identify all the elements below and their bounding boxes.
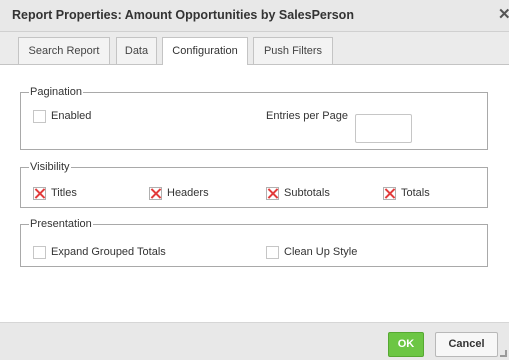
enabled-label: Enabled	[51, 110, 92, 122]
subtotals-checkbox[interactable]: Subtotals	[266, 187, 356, 203]
dialog-footer: OK Cancel	[0, 322, 509, 360]
resize-grip-icon[interactable]	[500, 350, 507, 357]
headers-checkbox[interactable]: Headers	[149, 187, 239, 203]
titles-checked-icon[interactable]	[33, 187, 46, 200]
expand-grouped-totals-label: Expand Grouped Totals	[51, 246, 166, 258]
pagination-group: Pagination Enabled Entries per Page	[20, 86, 488, 150]
subtotals-label: Subtotals	[284, 187, 330, 199]
clean-up-style-box[interactable]	[266, 246, 279, 259]
tab-configuration[interactable]: Configuration	[162, 37, 248, 65]
headers-label: Headers	[167, 187, 209, 199]
dialog-titlebar: Report Properties: Amount Opportunities …	[0, 0, 509, 32]
totals-checked-icon[interactable]	[383, 187, 396, 200]
expand-grouped-totals-checkbox[interactable]: Expand Grouped Totals	[33, 246, 203, 262]
titles-checkbox[interactable]: Titles	[33, 187, 113, 203]
ok-button[interactable]: OK	[388, 332, 424, 357]
entries-per-page-input[interactable]	[355, 114, 412, 143]
totals-label: Totals	[401, 187, 430, 199]
tab-push-filters[interactable]: Push Filters	[253, 37, 333, 64]
close-icon[interactable]: ✕	[498, 6, 509, 24]
clean-up-style-label: Clean Up Style	[284, 246, 358, 258]
tab-strip: Search Report Data Configuration Push Fi…	[0, 32, 509, 65]
pagination-legend: Pagination	[30, 86, 82, 98]
subtotals-checked-icon[interactable]	[266, 187, 279, 200]
totals-checkbox[interactable]: Totals	[383, 187, 463, 203]
presentation-legend: Presentation	[30, 218, 92, 230]
dialog-title: Report Properties: Amount Opportunities …	[12, 8, 354, 22]
titles-label: Titles	[51, 187, 77, 199]
presentation-group: Presentation Expand Grouped Totals Clean…	[20, 218, 488, 267]
clean-up-style-checkbox[interactable]: Clean Up Style	[266, 246, 386, 262]
entries-per-page-label: Entries per Page	[266, 110, 348, 122]
tab-data[interactable]: Data	[116, 37, 157, 64]
enabled-checkbox-box[interactable]	[33, 110, 46, 123]
visibility-group: Visibility Titles Headers Subtotals Tota…	[20, 161, 488, 208]
enabled-checkbox[interactable]: Enabled	[33, 110, 123, 126]
headers-checked-icon[interactable]	[149, 187, 162, 200]
cancel-button[interactable]: Cancel	[435, 332, 498, 357]
expand-grouped-totals-box[interactable]	[33, 246, 46, 259]
tab-search-report[interactable]: Search Report	[18, 37, 110, 64]
visibility-legend: Visibility	[30, 161, 70, 173]
